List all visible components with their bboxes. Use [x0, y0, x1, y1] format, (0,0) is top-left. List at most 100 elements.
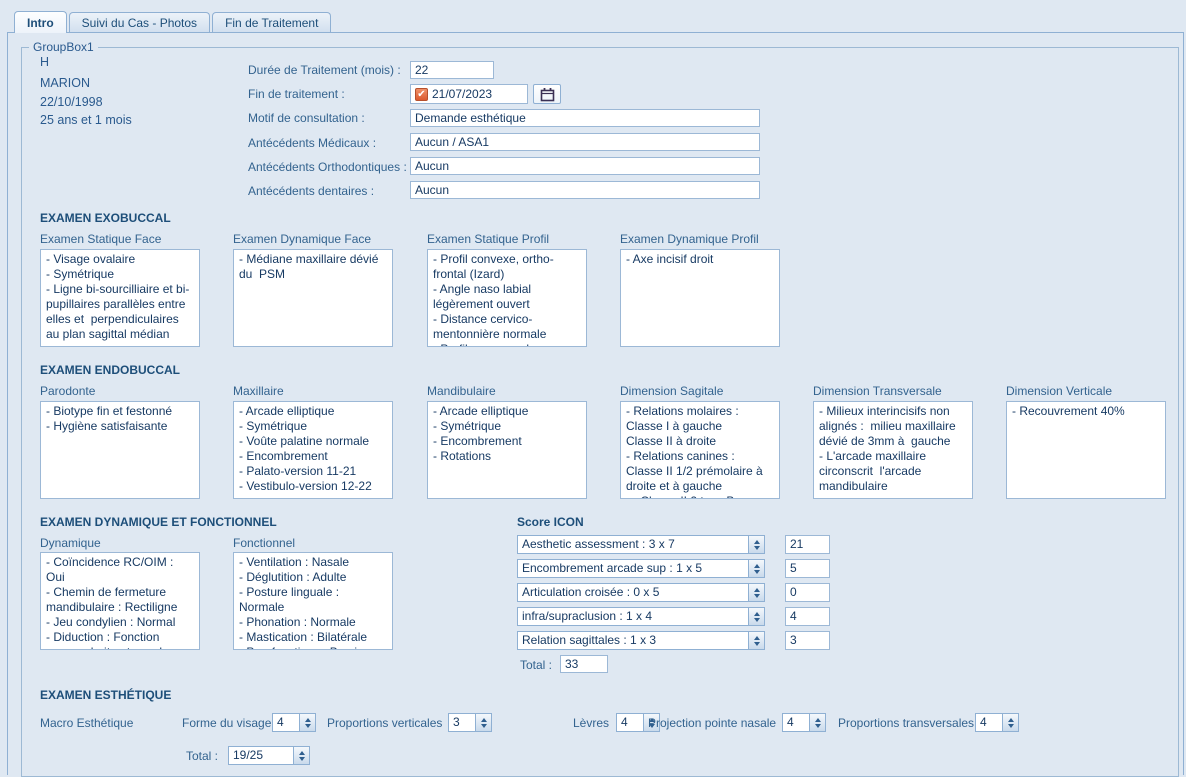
- score-relation-sagittales-combo[interactable]: Relation sagittales : 1 x 3: [517, 631, 765, 650]
- spinner-up-down-icon[interactable]: [748, 584, 764, 601]
- esthetique-total-value: 19/25: [229, 747, 293, 764]
- score-articulation-croisee-combo[interactable]: Articulation croisée : 0 x 5: [517, 583, 765, 602]
- tab-bar: Intro Suivi du Cas - Photos Fin de Trait…: [14, 12, 333, 33]
- section-endobuccal-title: EXAMEN ENDOBUCCAL: [40, 363, 180, 377]
- fin-traitement-label: Fin de traitement :: [248, 87, 345, 101]
- fonctionnel-label: Fonctionnel: [233, 536, 295, 550]
- score-icon-total-input[interactable]: 33: [560, 655, 608, 673]
- score-icon-total-label: Total :: [520, 658, 552, 672]
- spinner-up-down-icon[interactable]: [748, 560, 764, 577]
- spinner-up-down-icon[interactable]: [299, 714, 315, 731]
- proportions-transversales-spinner[interactable]: 4: [975, 713, 1019, 732]
- levres-label: Lèvres: [573, 716, 609, 730]
- calendar-icon: [540, 87, 555, 102]
- duree-traitement-label: Durée de Traitement (mois) :: [248, 63, 401, 77]
- examen-dynamique-profil-label: Examen Dynamique Profil: [620, 232, 759, 246]
- patient-initial: H: [40, 55, 49, 69]
- antecedents-dentaires-label: Antécédents dentaires :: [248, 184, 374, 198]
- score-aesthetic-assessment-text: Aesthetic assessment : 3 x 7: [518, 536, 748, 553]
- fin-traitement-date-field[interactable]: ✔ 21/07/2023: [410, 84, 528, 104]
- spinner-up-down-icon[interactable]: [475, 714, 491, 731]
- examen-statique-face-label: Examen Statique Face: [40, 232, 161, 246]
- score-articulation-croisee-text: Articulation croisée : 0 x 5: [518, 584, 748, 601]
- score-encombrement-arcade-sup-text: Encombrement arcade sup : 1 x 5: [518, 560, 748, 577]
- score-aesthetic-assessment-value[interactable]: 21: [785, 535, 830, 554]
- forme-du-visage-label: Forme du visage: [182, 716, 271, 730]
- spinner-up-down-icon[interactable]: [748, 632, 764, 649]
- examen-dynamique-face-label: Examen Dynamique Face: [233, 232, 371, 246]
- score-aesthetic-assessment-combo[interactable]: Aesthetic assessment : 3 x 7: [517, 535, 765, 554]
- section-dynamique-fonctionnel-title: EXAMEN DYNAMIQUE ET FONCTIONNEL: [40, 515, 277, 529]
- calendar-button[interactable]: [533, 84, 561, 104]
- motif-consultation-label: Motif de consultation :: [248, 111, 365, 125]
- section-esthetique-title: EXAMEN ESTHÉTIQUE: [40, 688, 171, 702]
- dimension-sagitale-label: Dimension Sagitale: [620, 384, 723, 398]
- proportions-transversales-value: 4: [976, 714, 1002, 731]
- parodonte-label: Parodonte: [40, 384, 95, 398]
- score-encombrement-arcade-sup-value[interactable]: 5: [785, 559, 830, 578]
- spinner-up-down-icon[interactable]: [1002, 714, 1018, 731]
- score-infra-supraclusion-value[interactable]: 4: [785, 607, 830, 626]
- spinner-up-down-icon[interactable]: [809, 714, 825, 731]
- proportions-verticales-value: 3: [449, 714, 475, 731]
- mandibulaire-textbox[interactable]: - Arcade elliptique - Symétrique - Encom…: [427, 401, 587, 499]
- score-relation-sagittales-value[interactable]: 3: [785, 631, 830, 650]
- score-articulation-croisee-value[interactable]: 0: [785, 583, 830, 602]
- dimension-transversale-textbox[interactable]: - Milieux interincisifs non alignés : mi…: [813, 401, 973, 499]
- patient-age: 25 ans et 1 mois: [40, 113, 132, 127]
- antecedents-dentaires-input[interactable]: Aucun: [410, 181, 760, 199]
- score-infra-supraclusion-text: infra/supraclusion : 1 x 4: [518, 608, 748, 625]
- motif-consultation-input[interactable]: Demande esthétique: [410, 109, 760, 127]
- section-exobuccal-title: EXAMEN EXOBUCCAL: [40, 211, 171, 225]
- section-score-icon-title: Score ICON: [517, 515, 584, 529]
- duree-traitement-input[interactable]: 22: [410, 61, 494, 79]
- tab-suivi-du-cas-photos[interactable]: Suivi du Cas - Photos: [69, 12, 210, 32]
- spinner-up-down-icon[interactable]: [748, 608, 764, 625]
- dimension-verticale-textbox[interactable]: - Recouvrement 40%: [1006, 401, 1166, 499]
- macro-esthetique-label: Macro Esthétique: [40, 716, 133, 730]
- fonctionnel-textbox[interactable]: - Ventilation : Nasale - Déglutition : A…: [233, 552, 393, 650]
- antecedents-orthodontiques-input[interactable]: Aucun: [410, 157, 760, 175]
- spinner-up-down-icon[interactable]: [748, 536, 764, 553]
- examen-statique-face-textbox[interactable]: - Visage ovalaire - Symétrique - Ligne b…: [40, 249, 200, 347]
- projection-pointe-nasale-label: Projection pointe nasale: [648, 716, 776, 730]
- dimension-transversale-label: Dimension Transversale: [813, 384, 942, 398]
- examen-dynamique-profil-textbox[interactable]: - Axe incisif droit: [620, 249, 780, 347]
- score-relation-sagittales-text: Relation sagittales : 1 x 3: [518, 632, 748, 649]
- proportions-verticales-spinner[interactable]: 3: [448, 713, 492, 732]
- tab-intro[interactable]: Intro: [14, 11, 67, 33]
- dimension-verticale-label: Dimension Verticale: [1006, 384, 1112, 398]
- mandibulaire-label: Mandibulaire: [427, 384, 496, 398]
- maxillaire-label: Maxillaire: [233, 384, 284, 398]
- parodonte-textbox[interactable]: - Biotype fin et festonné - Hygiène sati…: [40, 401, 200, 499]
- checkbox-check-icon: ✔: [417, 89, 425, 100]
- score-infra-supraclusion-combo[interactable]: infra/supraclusion : 1 x 4: [517, 607, 765, 626]
- dynamique-label: Dynamique: [40, 536, 101, 550]
- levres-value: 4: [617, 714, 643, 731]
- dynamique-textbox[interactable]: - Coïncidence RC/OIM : Oui - Chemin de f…: [40, 552, 200, 650]
- groupbox1-title: GroupBox1: [29, 40, 98, 54]
- examen-dynamique-face-textbox[interactable]: - Médiane maxillaire dévié du PSM: [233, 249, 393, 347]
- fin-traitement-date-value: 21/07/2023: [432, 87, 492, 101]
- projection-pointe-nasale-value: 4: [783, 714, 809, 731]
- antecedents-medicaux-input[interactable]: Aucun / ASA1: [410, 133, 760, 151]
- proportions-verticales-label: Proportions verticales: [327, 716, 442, 730]
- dimension-sagitale-textbox[interactable]: - Relations molaires : Classe I à gauche…: [620, 401, 780, 499]
- tab-fin-de-traitement[interactable]: Fin de Traitement: [212, 12, 331, 32]
- patient-birthdate: 22/10/1998: [40, 95, 103, 109]
- antecedents-orthodontiques-label: Antécédents Orthodontiques :: [248, 160, 407, 174]
- examen-statique-profil-textbox[interactable]: - Profil convexe, ortho-frontal (Izard) …: [427, 249, 587, 347]
- spinner-up-down-icon[interactable]: [293, 747, 309, 764]
- esthetique-total-spinner[interactable]: 19/25: [228, 746, 310, 765]
- date-checkbox[interactable]: ✔: [415, 88, 428, 101]
- patient-name: MARION: [40, 76, 90, 90]
- app-window: GroupBox1 Intro Suivi du Cas - Photos Fi…: [0, 0, 1186, 775]
- projection-pointe-nasale-spinner[interactable]: 4: [782, 713, 826, 732]
- antecedents-medicaux-label: Antécédents Médicaux :: [248, 136, 376, 150]
- forme-du-visage-spinner[interactable]: 4: [272, 713, 316, 732]
- score-encombrement-arcade-sup-combo[interactable]: Encombrement arcade sup : 1 x 5: [517, 559, 765, 578]
- forme-du-visage-value: 4: [273, 714, 299, 731]
- maxillaire-textbox[interactable]: - Arcade elliptique - Symétrique - Voûte…: [233, 401, 393, 499]
- esthetique-total-label: Total :: [186, 749, 218, 763]
- examen-statique-profil-label: Examen Statique Profil: [427, 232, 549, 246]
